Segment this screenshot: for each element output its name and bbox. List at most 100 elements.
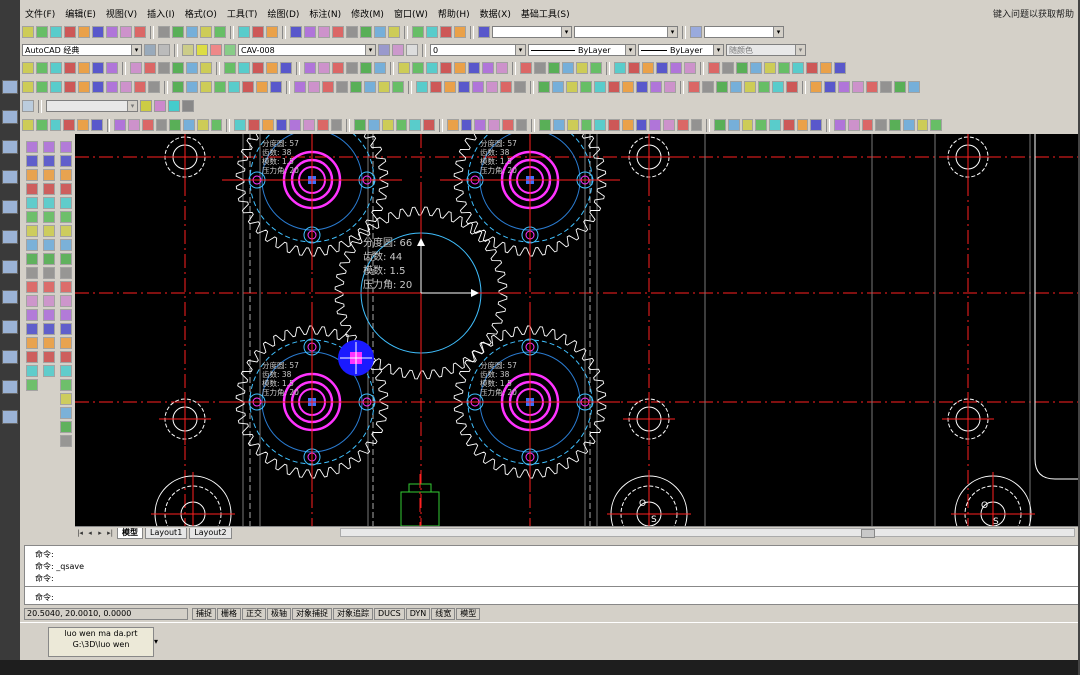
tool-icon[interactable] — [649, 119, 662, 131]
tool-icon[interactable] — [43, 155, 55, 167]
tool-icon[interactable] — [26, 141, 38, 153]
tool-icon[interactable] — [566, 119, 579, 131]
tool-icon[interactable] — [796, 119, 809, 131]
tool-icon[interactable] — [635, 119, 648, 131]
menu-item[interactable]: 绘图(D) — [262, 7, 304, 20]
tool-icon[interactable] — [880, 81, 892, 93]
toolbar-combo[interactable]: ▾ — [704, 26, 784, 38]
tool-icon[interactable] — [378, 81, 390, 93]
tool-icon[interactable] — [562, 62, 574, 74]
desktop-icon[interactable] — [2, 80, 18, 94]
tool-icon[interactable] — [716, 81, 728, 93]
ducs-toggle[interactable]: DUCS — [374, 608, 405, 620]
tool-icon[interactable] — [534, 62, 546, 74]
tool-icon[interactable] — [374, 62, 386, 74]
tool-icon[interactable] — [60, 393, 72, 405]
tool-icon[interactable] — [676, 119, 689, 131]
toolbar-combo[interactable]: ▾ — [492, 26, 572, 38]
tool-icon[interactable] — [43, 281, 55, 293]
tool-icon[interactable] — [690, 26, 702, 38]
tool-icon[interactable] — [50, 81, 62, 93]
tool-icon[interactable] — [778, 62, 790, 74]
tab-first-icon[interactable]: |◂ — [75, 529, 85, 537]
layer-manager-icon[interactable] — [182, 44, 194, 56]
tool-icon[interactable] — [303, 119, 315, 131]
tool-icon[interactable] — [60, 337, 72, 349]
tool-icon[interactable] — [336, 81, 348, 93]
tool-icon[interactable] — [330, 119, 343, 131]
tool-icon[interactable] — [78, 62, 90, 74]
tool-icon[interactable] — [22, 26, 34, 38]
tool-icon[interactable] — [50, 62, 62, 74]
tool-icon[interactable] — [488, 119, 500, 131]
tool-icon[interactable] — [824, 81, 836, 93]
tool-icon[interactable] — [77, 119, 89, 131]
dim-style-combo[interactable]: ▾ — [46, 100, 138, 112]
toolbar-combo[interactable]: ▾ — [574, 26, 678, 38]
tool-icon[interactable] — [902, 119, 915, 131]
tool-icon[interactable] — [861, 119, 874, 131]
tool-icon[interactable] — [834, 62, 846, 74]
lineweight-toggle[interactable]: 线宽 — [431, 608, 456, 620]
tool-icon[interactable] — [354, 119, 367, 131]
tool-icon[interactable] — [36, 26, 48, 38]
tool-icon[interactable] — [446, 119, 459, 131]
tool-icon[interactable] — [234, 119, 247, 131]
tool-icon[interactable] — [440, 62, 452, 74]
menu-item[interactable]: 数据(X) — [475, 7, 516, 20]
tool-icon[interactable] — [468, 62, 480, 74]
tool-icon[interactable] — [35, 119, 48, 131]
tool-icon[interactable] — [741, 119, 754, 131]
tool-icon[interactable] — [26, 239, 38, 251]
menu-item[interactable]: 基础工具(S) — [516, 7, 575, 20]
tool-icon[interactable] — [772, 81, 784, 93]
tool-icon[interactable] — [346, 26, 358, 38]
tool-icon[interactable] — [106, 81, 118, 93]
tool-icon[interactable] — [60, 197, 72, 209]
tool-icon[interactable] — [684, 62, 696, 74]
tool-icon[interactable] — [454, 62, 466, 74]
tool-icon[interactable] — [172, 62, 184, 74]
tool-icon[interactable] — [252, 26, 264, 38]
tool-icon[interactable] — [642, 62, 654, 74]
tool-icon[interactable] — [43, 239, 55, 251]
tool-icon[interactable] — [332, 62, 344, 74]
desktop-icon[interactable] — [2, 170, 18, 184]
tool-icon[interactable] — [60, 323, 72, 335]
tool-icon[interactable] — [214, 81, 226, 93]
tool-icon[interactable] — [92, 26, 104, 38]
tool-icon[interactable] — [628, 62, 640, 74]
tool-icon[interactable] — [514, 81, 526, 93]
tool-icon[interactable] — [834, 119, 846, 131]
tool-icon[interactable] — [60, 239, 72, 251]
tool-icon[interactable] — [120, 81, 132, 93]
tool-icon[interactable] — [290, 26, 302, 38]
tool-icon[interactable] — [266, 62, 278, 74]
tool-icon[interactable] — [412, 26, 424, 38]
tool-icon[interactable] — [60, 379, 72, 391]
tool-icon[interactable] — [608, 81, 620, 93]
tool-icon[interactable] — [64, 81, 76, 93]
tab-prev-icon[interactable]: ◂ — [85, 529, 95, 537]
tool-icon[interactable] — [702, 81, 714, 93]
tool-icon[interactable] — [474, 119, 487, 131]
tool-icon[interactable] — [727, 119, 740, 131]
tool-icon[interactable] — [316, 119, 329, 131]
tool-icon[interactable] — [486, 81, 498, 93]
tool-icon[interactable] — [196, 119, 209, 131]
tool-icon[interactable] — [238, 26, 250, 38]
lineweight-combo[interactable]: ByLayer ▾ — [638, 44, 724, 56]
tool-icon[interactable] — [26, 281, 38, 293]
tool-icon[interactable] — [346, 62, 358, 74]
tool-icon[interactable] — [63, 119, 75, 131]
tool-icon[interactable] — [590, 62, 602, 74]
tool-icon[interactable] — [458, 81, 470, 93]
tab-last-icon[interactable]: ▸| — [105, 529, 115, 537]
tool-icon[interactable] — [26, 267, 38, 279]
tool-icon[interactable] — [214, 26, 226, 38]
tool-icon[interactable] — [426, 26, 438, 38]
tool-icon[interactable] — [158, 62, 170, 74]
tool-icon[interactable] — [50, 26, 62, 38]
tool-icon[interactable] — [444, 81, 456, 93]
tool-icon[interactable] — [186, 26, 198, 38]
